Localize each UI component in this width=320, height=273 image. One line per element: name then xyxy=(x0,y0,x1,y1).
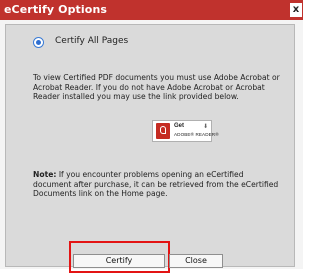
close-icon[interactable]: x xyxy=(290,3,302,17)
options-panel xyxy=(5,24,295,267)
certify-button[interactable]: Certify xyxy=(73,254,165,268)
ecertify-options-dialog: eCertify Options x Certify All Pages To … xyxy=(0,0,303,273)
note-label: Note: xyxy=(33,170,57,179)
radio-label: Certify All Pages xyxy=(55,36,129,46)
radio-button-selected[interactable] xyxy=(33,37,44,48)
title-bar: eCertify Options x xyxy=(0,0,303,20)
adobe-instructions-text: To view Certified PDF documents you must… xyxy=(33,73,280,102)
close-button[interactable]: Close xyxy=(169,254,223,268)
note-body: If you encounter problems opening an eCe… xyxy=(33,170,279,199)
get-text: Get xyxy=(174,123,185,129)
dialog-title: eCertify Options xyxy=(4,3,108,16)
adobe-reader-text: ADOBE® READER® xyxy=(174,132,219,137)
adobe-reader-icon xyxy=(156,123,170,139)
note-text: Note: If you encounter problems opening … xyxy=(33,170,283,199)
download-arrow-icon: ⬇ xyxy=(202,123,208,130)
get-adobe-reader-link[interactable]: Get ADOBE® READER® ⬇ xyxy=(152,120,219,142)
